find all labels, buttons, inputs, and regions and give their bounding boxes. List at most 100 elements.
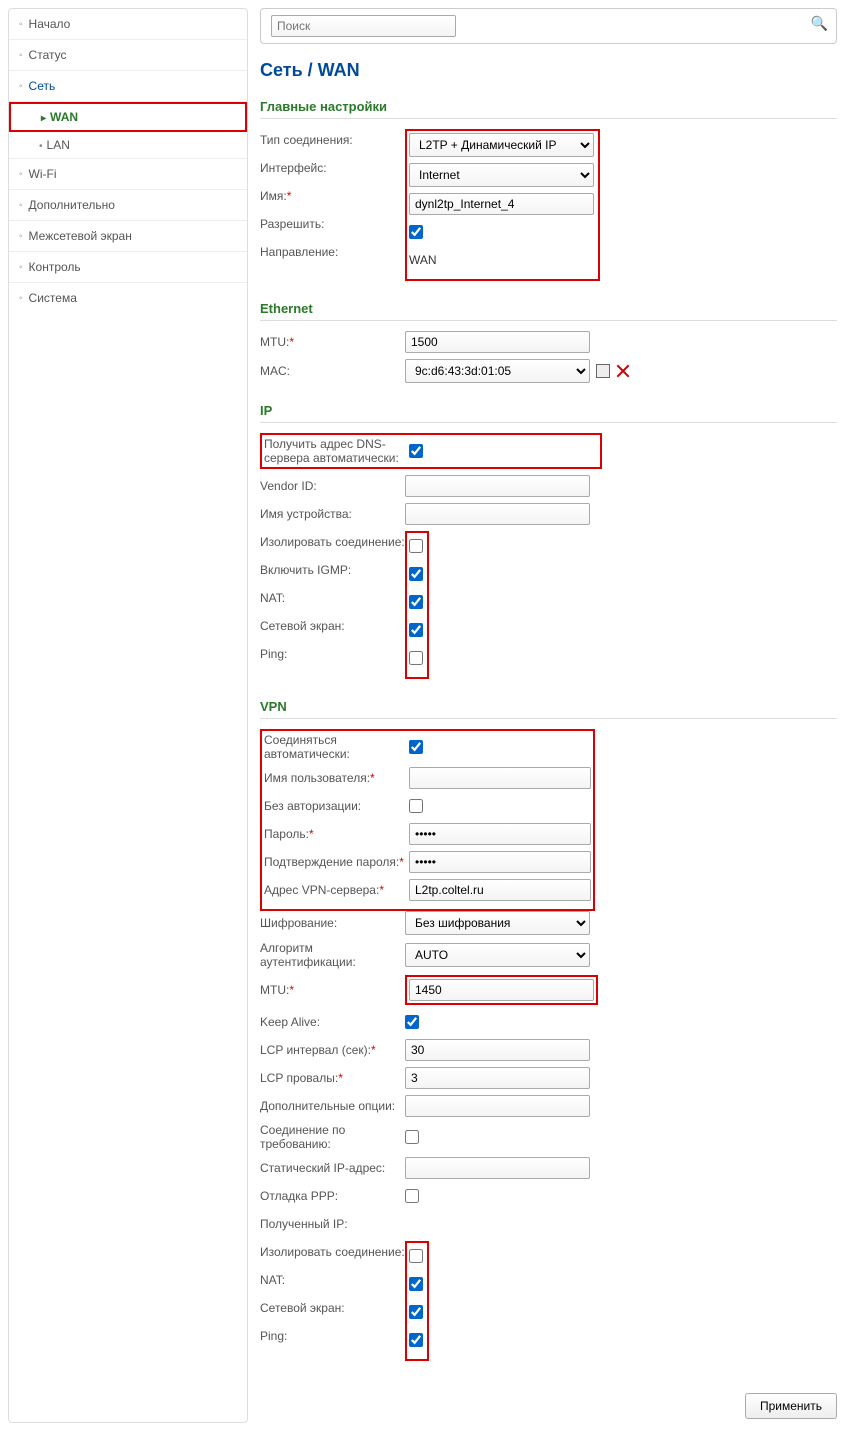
label-srv: Адрес VPN-сервера:* bbox=[264, 883, 409, 897]
mac-actions bbox=[596, 364, 630, 378]
bullet-icon: ◦ bbox=[19, 50, 23, 61]
label-ping2: Ping: bbox=[260, 1329, 405, 1343]
section-title: Главные настройки bbox=[260, 99, 837, 119]
label-pass: Пароль:* bbox=[264, 827, 409, 841]
nav-label: Статус bbox=[29, 48, 67, 62]
section-main: Главные настройки Тип соединения: Интерф… bbox=[260, 99, 837, 281]
input-devname[interactable] bbox=[405, 503, 590, 525]
label-mac: MAC: bbox=[260, 364, 405, 378]
highlight-main: L2TP + Динамический IP Internet WAN bbox=[405, 129, 600, 281]
section-title: VPN bbox=[260, 699, 837, 719]
checkbox-ping2[interactable] bbox=[409, 1333, 423, 1347]
search-input[interactable] bbox=[271, 15, 456, 37]
clear-mac-icon[interactable] bbox=[616, 364, 630, 378]
checkbox-nat[interactable] bbox=[409, 595, 423, 609]
label-name: Имя:* bbox=[260, 189, 405, 203]
label-allow: Разрешить: bbox=[260, 217, 405, 231]
input-lcpf[interactable] bbox=[405, 1067, 590, 1089]
label-fw2: Сетевой экран: bbox=[260, 1301, 405, 1315]
label-pass2: Подтверждение пароля:* bbox=[264, 855, 409, 869]
label-nat: NAT: bbox=[260, 591, 405, 605]
label-lcpf: LCP провалы:* bbox=[260, 1071, 405, 1085]
label-static: Статический IP-адрес: bbox=[260, 1161, 405, 1175]
breadcrumb: Сеть / WAN bbox=[260, 60, 837, 81]
input-lcpi[interactable] bbox=[405, 1039, 590, 1061]
checkbox-debug[interactable] bbox=[405, 1189, 419, 1203]
label-mtu: MTU:* bbox=[260, 335, 405, 349]
checkbox-fw2[interactable] bbox=[409, 1305, 423, 1319]
label-devname: Имя устройства: bbox=[260, 507, 405, 521]
nav-status[interactable]: ◦ Статус bbox=[9, 40, 247, 71]
checkbox-allow[interactable] bbox=[409, 225, 423, 239]
label-fw: Сетевой экран: bbox=[260, 619, 405, 633]
nav-label: Сеть bbox=[29, 79, 56, 93]
nav-extra[interactable]: ◦ Дополнительно bbox=[9, 190, 247, 221]
clone-mac-icon[interactable] bbox=[596, 364, 610, 378]
section-title: IP bbox=[260, 403, 837, 423]
select-iface[interactable]: Internet bbox=[409, 163, 594, 187]
label-extra: Дополнительные опции: bbox=[260, 1099, 405, 1113]
nav-nachalo[interactable]: ◦Начало bbox=[9, 9, 247, 40]
checkbox-nat2[interactable] bbox=[409, 1277, 423, 1291]
bullet-icon: ◦ bbox=[19, 262, 23, 273]
checkbox-noauth[interactable] bbox=[409, 799, 423, 813]
input-extra[interactable] bbox=[405, 1095, 590, 1117]
bullet-icon: ◦ bbox=[19, 231, 23, 242]
label-nat2: NAT: bbox=[260, 1273, 405, 1287]
footer: Применить bbox=[260, 1381, 837, 1423]
label-iso2: Изолировать соединение: bbox=[260, 1245, 405, 1259]
input-name[interactable] bbox=[409, 193, 594, 215]
input-vendor[interactable] bbox=[405, 475, 590, 497]
select-auth[interactable]: AUTO bbox=[405, 943, 590, 967]
select-enc[interactable]: Без шифрования bbox=[405, 911, 590, 935]
checkbox-ondem[interactable] bbox=[405, 1130, 419, 1144]
input-srv[interactable] bbox=[409, 879, 591, 901]
nav-label: Начало bbox=[29, 17, 71, 31]
input-pass2[interactable] bbox=[409, 851, 591, 873]
search-icon[interactable]: 🔍 bbox=[811, 15, 828, 32]
nav-label: Межсетевой экран bbox=[29, 229, 132, 243]
nav-system[interactable]: ◦Система bbox=[9, 283, 247, 313]
label-recv: Полученный IP: bbox=[260, 1217, 405, 1231]
label-vendor: Vendor ID: bbox=[260, 479, 405, 493]
nav-lan[interactable]: • LAN bbox=[9, 132, 247, 159]
main-content: 🔍 Сеть / WAN Главные настройки Тип соеди… bbox=[260, 8, 837, 1423]
select-mac[interactable]: 9c:d6:43:3d:01:05 bbox=[405, 359, 590, 383]
checkbox-iso2[interactable] bbox=[409, 1249, 423, 1263]
label-debug: Отладка PPP: bbox=[260, 1189, 405, 1203]
nav-sub-label: LAN bbox=[47, 138, 70, 152]
checkbox-fw[interactable] bbox=[409, 623, 423, 637]
nav-firewall[interactable]: ◦ Межсетевой экран bbox=[9, 221, 247, 252]
label-ping: Ping: bbox=[260, 647, 405, 661]
checkbox-dns-auto[interactable] bbox=[409, 444, 423, 458]
input-static[interactable] bbox=[405, 1157, 590, 1179]
checkbox-auto[interactable] bbox=[409, 740, 423, 754]
checkbox-igmp[interactable] bbox=[409, 567, 423, 581]
bullet-icon: ◦ bbox=[19, 200, 23, 211]
checkbox-isolate[interactable] bbox=[409, 539, 423, 553]
section-vpn: VPN Соединяться автоматически: Имя польз… bbox=[260, 699, 837, 1361]
nav-control[interactable]: ◦ Контроль bbox=[9, 252, 247, 283]
bullet-icon: ◦ bbox=[19, 81, 23, 92]
input-user[interactable] bbox=[409, 767, 591, 789]
input-pass[interactable] bbox=[409, 823, 591, 845]
highlight-vpn-checks bbox=[405, 1241, 429, 1361]
nav-wan[interactable]: ▸WAN bbox=[9, 102, 247, 132]
checkbox-keep[interactable] bbox=[405, 1015, 419, 1029]
apply-button[interactable]: Применить bbox=[745, 1393, 837, 1419]
nav-label: Дополнительно bbox=[29, 198, 115, 212]
input-mtu[interactable] bbox=[405, 331, 590, 353]
checkbox-ping[interactable] bbox=[409, 651, 423, 665]
select-conn-type[interactable]: L2TP + Динамический IP bbox=[409, 133, 594, 157]
bullet-icon: ◦ bbox=[19, 169, 23, 180]
nav-sub-label: WAN bbox=[50, 110, 78, 124]
nav-label: Система bbox=[29, 291, 77, 305]
input-vpn-mtu[interactable] bbox=[409, 979, 594, 1001]
nav-wifi[interactable]: ◦Wi-Fi bbox=[9, 159, 247, 190]
nav-label: Контроль bbox=[29, 260, 81, 274]
label-isolate: Изолировать соединение: bbox=[260, 535, 405, 549]
label-dns-auto: Получить адрес DNS-сервера автоматически… bbox=[264, 437, 409, 465]
bullet-icon: • bbox=[39, 141, 43, 152]
nav-set[interactable]: ◦ Сеть bbox=[9, 71, 247, 102]
label-auth: Алгоритм аутентификации: bbox=[260, 941, 405, 969]
